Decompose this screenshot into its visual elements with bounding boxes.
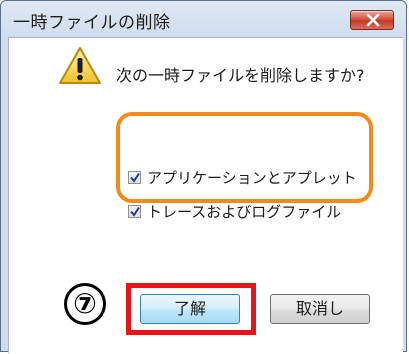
option-label: トレースおよびログファイル xyxy=(147,203,342,221)
confirmation-question: 次の一時ファイルを削除しますか? xyxy=(116,66,365,85)
title-bar[interactable]: 一時ファイルの削除 xyxy=(1,1,406,33)
checkmark-icon xyxy=(130,172,140,183)
cancel-button[interactable]: 取消し xyxy=(270,294,370,324)
option-trace-log-files[interactable]: トレースおよびログファイル xyxy=(128,201,341,222)
checkbox[interactable] xyxy=(128,171,141,184)
option-label: アプリケーションとアプレット xyxy=(147,169,357,187)
options-highlight xyxy=(116,112,373,203)
checkmark-icon xyxy=(130,206,140,217)
close-button[interactable] xyxy=(350,10,394,30)
step-marker: ⑦ xyxy=(64,283,106,325)
close-icon xyxy=(366,14,380,27)
ok-button[interactable]: 了解 xyxy=(140,294,240,324)
warning-icon xyxy=(59,47,101,84)
option-applications-applets[interactable]: アプリケーションとアプレット xyxy=(128,167,357,188)
dialog-title: 一時ファイルの削除 xyxy=(13,13,171,33)
checkbox[interactable] xyxy=(128,205,141,218)
